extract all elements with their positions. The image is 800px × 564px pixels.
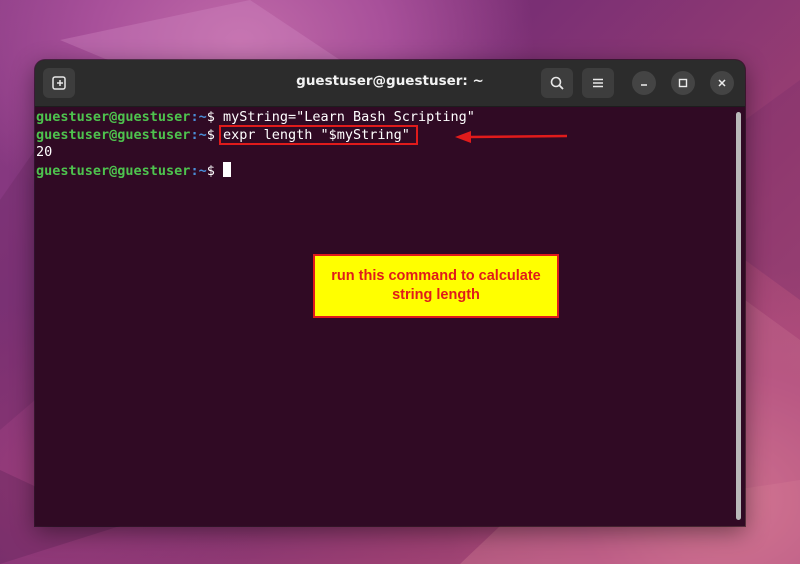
prompt-dollar: $ (206, 162, 223, 179)
maximize-icon (678, 78, 688, 88)
maximize-button[interactable] (671, 71, 695, 95)
prompt-user-host: guestuser@guestuser (36, 162, 191, 179)
prompt-dollar: $ (206, 109, 223, 125)
close-icon (718, 79, 726, 87)
prompt-path: :~ (190, 162, 207, 179)
hamburger-menu-icon (593, 78, 603, 88)
menu-button[interactable] (582, 68, 614, 98)
command-output: 20 (36, 144, 53, 160)
command-text: myString="Learn Bash Scripting" (222, 109, 475, 125)
annotation-note: run this command to calculate string len… (313, 254, 559, 318)
prompt-user-host: guestuser@guestuser (36, 109, 191, 125)
terminal-line: guestuser@guestuser:~$ myString="Learn B… (36, 109, 745, 127)
close-button[interactable] (710, 71, 734, 95)
text-cursor (222, 161, 231, 177)
prompt-user-host: guestuser@guestuser (36, 126, 191, 143)
prompt-path: :~ (190, 109, 207, 125)
vertical-scrollbar[interactable] (736, 112, 741, 520)
red-arrow-annotation (455, 131, 568, 143)
terminal-line: guestuser@guestuser:~$ expr length "$myS… (36, 124, 745, 145)
minimize-button[interactable] (632, 71, 656, 95)
search-button[interactable] (541, 68, 573, 98)
search-icon (550, 76, 564, 90)
terminal-line: guestuser@guestuser:~$ (36, 161, 745, 180)
terminal-output-line: 20 (36, 144, 745, 162)
minimize-icon (641, 84, 647, 86)
highlighted-command-text: expr length "$myString" (218, 124, 418, 145)
titlebar: guestuser@guestuser: ~ (35, 60, 745, 107)
prompt-path: :~ (190, 126, 207, 143)
